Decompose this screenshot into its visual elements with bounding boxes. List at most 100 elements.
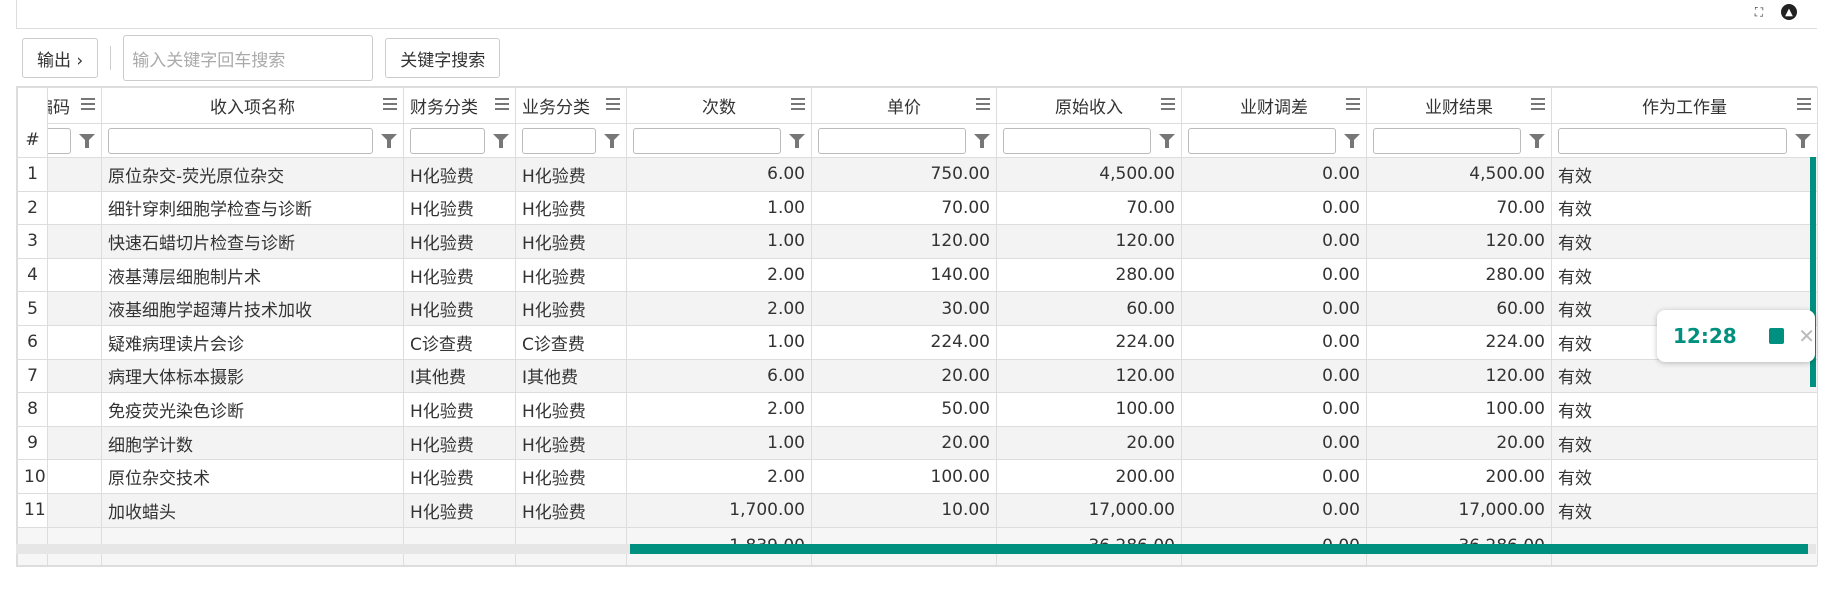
col-header-adjustment[interactable]: 业财调差	[1181, 87, 1367, 124]
col-header-original-income[interactable]: 原始收入	[996, 87, 1182, 124]
filter-cell	[996, 123, 1182, 158]
filter-icon[interactable]	[974, 134, 990, 148]
filter-icon[interactable]	[1159, 134, 1175, 148]
column-menu-icon[interactable]	[606, 98, 620, 110]
filter-icon[interactable]	[381, 134, 397, 148]
horizontal-scrollbar[interactable]	[16, 544, 1816, 554]
table-row[interactable]: 6 疑难病理读片会诊 C诊查费 C诊查费 1.00 224.00 224.00 0.00 224…	[17, 324, 1818, 360]
filter-icon[interactable]	[1529, 134, 1545, 148]
table-row[interactable]: 3 快速石蜡切片检查与诊断 H化验费 H化验费 1.00 120.00 120.00 0.00…	[17, 224, 1818, 259]
filter-input[interactable]	[48, 127, 71, 154]
col-header-label: 收入项名称	[210, 98, 295, 118]
filter-input[interactable]	[633, 127, 781, 154]
column-menu-icon[interactable]	[1346, 98, 1360, 110]
window-controls: ⛶ ▲	[1751, 4, 1797, 20]
table-cell: 细胞学计数	[101, 425, 404, 461]
table-cell: I其他费	[515, 358, 627, 394]
filter-cell	[811, 123, 997, 158]
filter-icon[interactable]	[604, 134, 620, 148]
table-row[interactable]: 5 液基细胞学超薄片技术加收 H化验费 H化验费 2.00 30.00 60.00 0.00 6…	[17, 291, 1818, 326]
export-button[interactable]: 输出 ›	[22, 38, 99, 78]
column-menu-icon[interactable]	[81, 98, 95, 110]
column-menu-icon[interactable]	[495, 98, 509, 110]
column-menu-icon[interactable]	[383, 98, 397, 110]
table-cell: 50.00	[811, 392, 997, 427]
table-cell: H化验费	[515, 224, 627, 259]
filter-input[interactable]	[522, 127, 596, 154]
table-row[interactable]: 8 免疫荧光染色诊断 H化验费 H化验费 2.00 50.00 100.00 0.00 100.…	[17, 392, 1818, 427]
horizontal-scroll-thumb[interactable]	[630, 544, 1808, 554]
column-menu-icon[interactable]	[1797, 98, 1811, 110]
filter-input[interactable]	[1188, 127, 1336, 154]
col-header-name[interactable]: 收入项名称	[101, 87, 404, 124]
table-cell: 0.00	[1181, 358, 1367, 394]
col-header-workload[interactable]: 作为工作量	[1551, 87, 1818, 124]
col-header-count[interactable]: 次数	[626, 87, 812, 124]
table-cell: H化验费	[515, 190, 627, 226]
collapse-icon[interactable]: ▲	[1781, 4, 1797, 20]
table-cell: 0.00	[1181, 224, 1367, 259]
filter-input[interactable]	[1003, 127, 1151, 154]
close-icon[interactable]: ✕	[1798, 324, 1815, 348]
table-cell: 1.00	[626, 324, 812, 360]
fullscreen-icon[interactable]: ⛶	[1751, 4, 1767, 20]
filter-icon[interactable]	[1795, 134, 1811, 148]
table-cell: 病理大体标本摄影	[101, 358, 404, 394]
table-cell: 100.00	[996, 392, 1182, 427]
table-cell: 224.00	[811, 324, 997, 360]
filter-input[interactable]	[108, 127, 373, 154]
table-row[interactable]: 7 病理大体标本摄影 I其他费 I其他费 6.00 20.00 120.00 0.00 120.…	[17, 358, 1818, 394]
keyword-search-button[interactable]: 关键字搜索	[385, 38, 501, 78]
table-row[interactable]: 2 细针穿刺细胞学检查与诊断 H化验费 H化验费 1.00 70.00 70.00 0.00 7…	[17, 190, 1818, 226]
table-cell: 100.00	[811, 459, 997, 494]
table-cell: 原位杂交-荧光原位杂交	[101, 157, 404, 192]
table-cell: 70.00	[996, 190, 1182, 226]
table-cell: 0.00	[1181, 291, 1367, 326]
filter-input[interactable]	[410, 127, 485, 154]
column-menu-icon[interactable]	[976, 98, 990, 110]
table-cell: 20.00	[1366, 425, 1552, 461]
col-header-code[interactable]: 编码	[47, 87, 102, 124]
col-header-finance-category[interactable]: 财务分类	[403, 87, 516, 124]
column-menu-icon[interactable]	[1531, 98, 1545, 110]
col-header-unit-price[interactable]: 单价	[811, 87, 997, 124]
column-menu-icon[interactable]	[1161, 98, 1175, 110]
filter-icon[interactable]	[493, 134, 509, 148]
column-menu-icon[interactable]	[791, 98, 805, 110]
table-cell: 有效	[1551, 257, 1818, 293]
table-row[interactable]: 4 液基薄层细胞制片术 H化验费 H化验费 2.00 140.00 280.00 0.00 28…	[17, 257, 1818, 293]
table-cell: 20.00	[811, 358, 997, 394]
table-cell	[47, 492, 102, 528]
filter-icon[interactable]	[79, 134, 95, 148]
filter-input[interactable]	[818, 127, 966, 154]
table-cell: 原位杂交技术	[101, 459, 404, 494]
stop-icon[interactable]	[1768, 328, 1785, 344]
col-header-label: 次数	[702, 98, 736, 118]
table-cell: H化验费	[515, 157, 627, 192]
table-row[interactable]: 10 原位杂交技术 H化验费 H化验费 2.00 100.00 200.00 0.00 200.…	[17, 459, 1818, 494]
table-cell: 280.00	[1366, 257, 1552, 293]
col-header-label: 编码	[49, 98, 71, 118]
filter-input[interactable]	[1373, 127, 1521, 154]
table-cell: 2.00	[626, 291, 812, 326]
top-bar: ⛶ ▲	[16, 0, 1817, 29]
col-header-result[interactable]: 业财结果	[1366, 87, 1552, 124]
col-header-business-category[interactable]: 业务分类	[515, 87, 627, 124]
table-cell: 200.00	[996, 459, 1182, 494]
row-index: 3	[17, 224, 48, 259]
table-cell	[47, 324, 102, 360]
col-header-label: 作为工作量	[1642, 98, 1727, 118]
table-row[interactable]: 1 原位杂交-荧光原位杂交 H化验费 H化验费 6.00 750.00 4,500.00 0.…	[17, 157, 1818, 192]
filter-icon[interactable]	[1344, 134, 1360, 148]
table-row[interactable]: 11 加收蜡头 H化验费 H化验费 1,700.00 10.00 17,000.00 0.00…	[17, 492, 1818, 528]
table-cell: 280.00	[996, 257, 1182, 293]
table-cell: 0.00	[1181, 190, 1367, 226]
table-cell: 细针穿刺细胞学检查与诊断	[101, 190, 404, 226]
filter-cell	[515, 123, 627, 158]
search-input[interactable]: 输入关键字回车搜索	[123, 35, 374, 81]
table-row[interactable]: 9 细胞学计数 H化验费 H化验费 1.00 20.00 20.00 0.00 20.00 有效	[17, 425, 1818, 461]
table-cell: 60.00	[996, 291, 1182, 326]
filter-cell	[1551, 123, 1818, 158]
filter-input[interactable]	[1558, 127, 1787, 154]
filter-icon[interactable]	[789, 134, 805, 148]
